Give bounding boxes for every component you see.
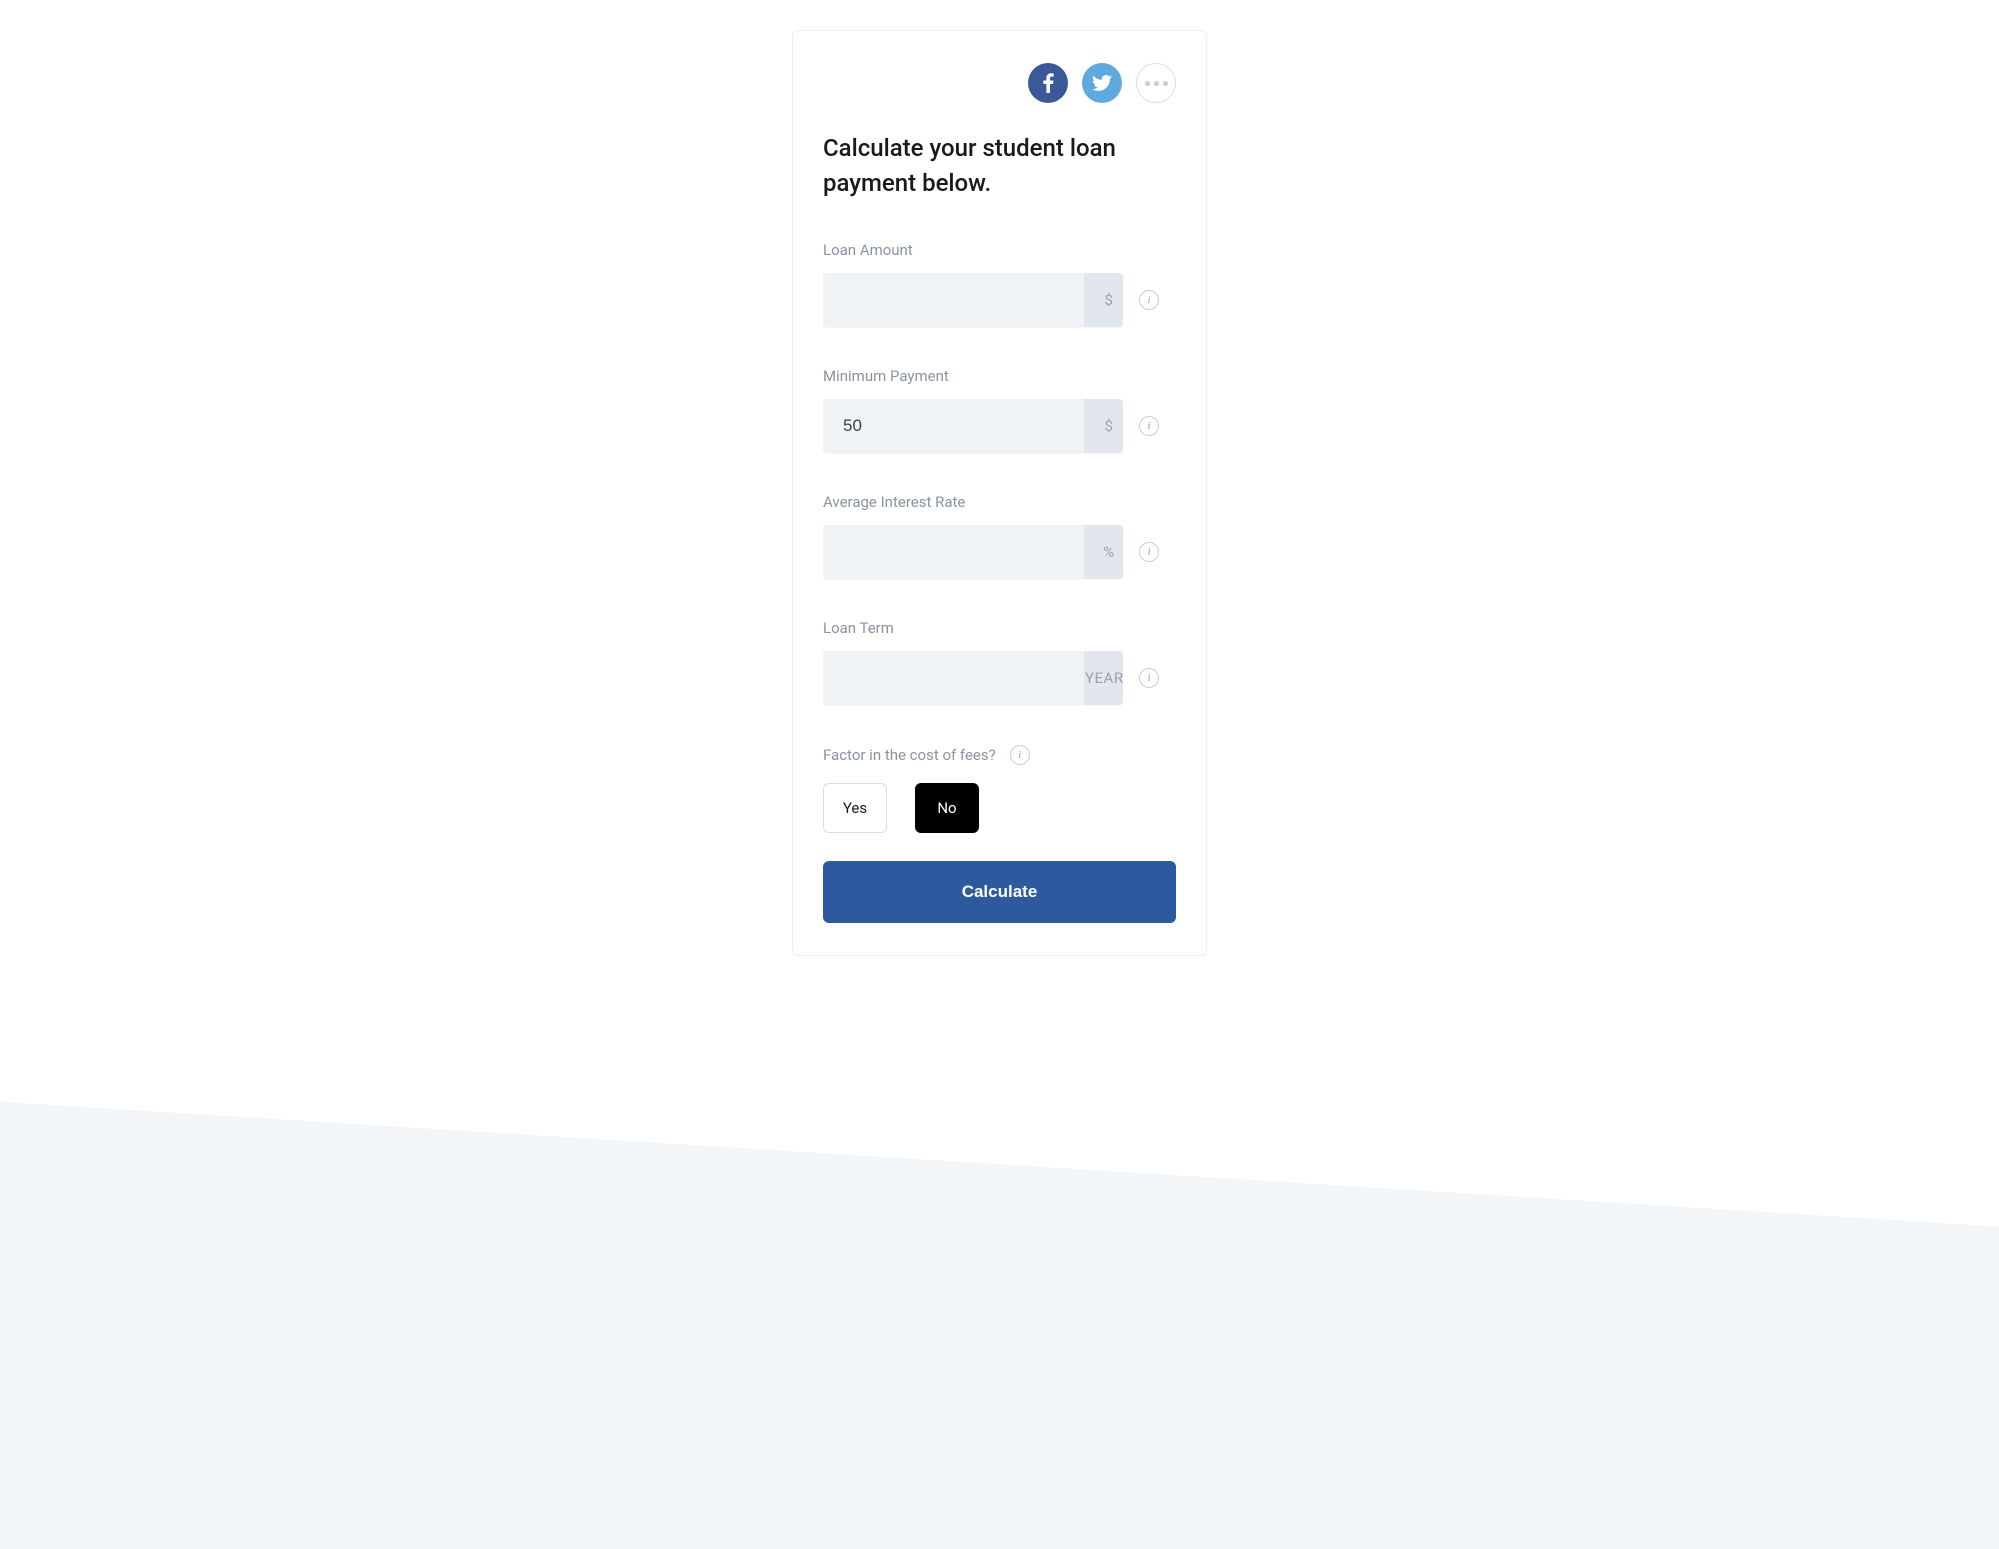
loan-amount-input[interactable] xyxy=(823,273,1084,327)
fees-label: Factor in the cost of fees? xyxy=(823,746,996,764)
fees-info-icon[interactable]: i xyxy=(1010,745,1030,765)
loan-amount-suffix: $ xyxy=(1084,273,1123,327)
calculate-button[interactable]: Calculate xyxy=(823,861,1176,923)
page-title: Calculate your student loan payment belo… xyxy=(823,131,1176,201)
minimum-payment-label: Minimum Payment xyxy=(823,367,1176,385)
minimum-payment-info-icon[interactable]: i xyxy=(1139,416,1159,436)
loan-term-info-icon[interactable]: i xyxy=(1139,668,1159,688)
twitter-icon xyxy=(1092,75,1112,91)
interest-rate-suffix: % xyxy=(1084,525,1123,579)
facebook-share-button[interactable] xyxy=(1028,63,1068,103)
minimum-payment-input[interactable] xyxy=(823,399,1084,453)
minimum-payment-suffix: $ xyxy=(1084,399,1123,453)
loan-term-suffix: YEARS xyxy=(1084,651,1123,705)
loan-amount-info-icon[interactable]: i xyxy=(1139,290,1159,310)
twitter-share-button[interactable] xyxy=(1082,63,1122,103)
calculator-card: Calculate your student loan payment belo… xyxy=(792,30,1207,956)
interest-rate-info-icon[interactable]: i xyxy=(1139,542,1159,562)
minimum-payment-field: Minimum Payment $ i xyxy=(823,367,1176,453)
fees-field: Factor in the cost of fees? i Yes No xyxy=(823,745,1176,833)
interest-rate-input[interactable] xyxy=(823,525,1084,579)
social-share-row xyxy=(823,63,1176,103)
background-angle xyxy=(0,1029,1999,1549)
loan-amount-label: Loan Amount xyxy=(823,241,1176,259)
loan-term-input-group: YEARS xyxy=(823,651,1123,705)
minimum-payment-input-group: $ xyxy=(823,399,1123,453)
fees-toggle-group: Yes No xyxy=(823,783,1176,833)
more-share-button[interactable] xyxy=(1136,63,1176,103)
fees-yes-button[interactable]: Yes xyxy=(823,783,887,833)
loan-term-field: Loan Term YEARS i xyxy=(823,619,1176,705)
loan-amount-input-group: $ xyxy=(823,273,1123,327)
facebook-icon xyxy=(1043,73,1054,93)
loan-amount-field: Loan Amount $ i xyxy=(823,241,1176,327)
ellipsis-icon xyxy=(1145,81,1168,86)
interest-rate-field: Average Interest Rate % i xyxy=(823,493,1176,579)
fees-no-button[interactable]: No xyxy=(915,783,979,833)
loan-term-input[interactable] xyxy=(823,651,1084,705)
loan-term-label: Loan Term xyxy=(823,619,1176,637)
interest-rate-input-group: % xyxy=(823,525,1123,579)
interest-rate-label: Average Interest Rate xyxy=(823,493,1176,511)
